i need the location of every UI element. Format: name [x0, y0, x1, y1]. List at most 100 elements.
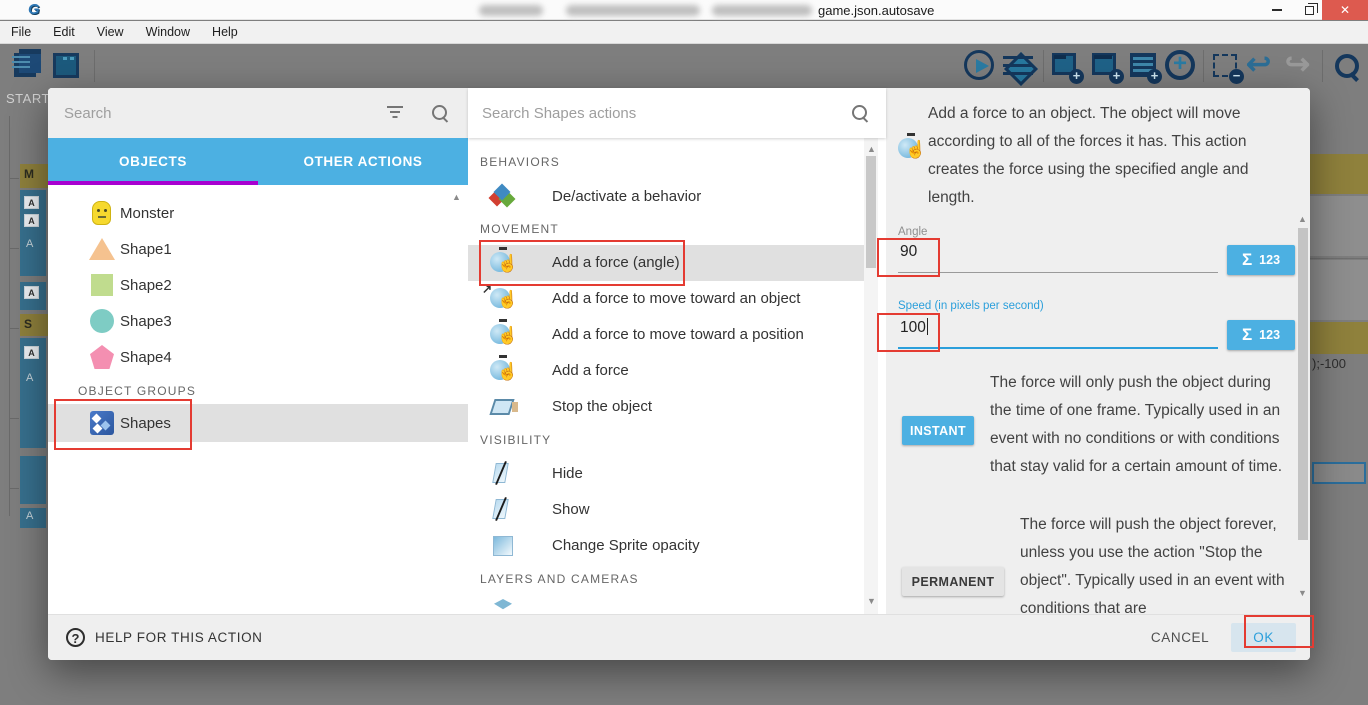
- annotation-shapes-group: [54, 399, 192, 450]
- redacted-title-segment: [712, 5, 812, 16]
- circle-icon: [90, 309, 114, 333]
- scrollbar-thumb[interactable]: [866, 156, 876, 268]
- scroll-down-arrow[interactable]: ▼: [1298, 588, 1307, 598]
- scroll-up-arrow[interactable]: ▲: [1298, 214, 1307, 224]
- menu-file[interactable]: File: [0, 23, 42, 41]
- action-row-show[interactable]: Show: [468, 492, 864, 528]
- search-icon[interactable]: [430, 103, 450, 123]
- permanent-button[interactable]: PERMANENT: [902, 567, 1004, 596]
- speed-expression-button[interactable]: Σ 123: [1227, 320, 1295, 350]
- action-row-hide[interactable]: Hide: [468, 456, 864, 492]
- annotation-speed-value: [877, 313, 940, 352]
- instant-description: The force will only push the object duri…: [990, 369, 1294, 481]
- objects-search-placeholder: Search: [48, 105, 386, 122]
- cancel-button[interactable]: CANCEL: [1151, 630, 1209, 645]
- events-sheet-left-fragment: START M A A A A S A A A: [0, 88, 48, 705]
- object-row-shape2[interactable]: Shape2: [48, 267, 468, 303]
- angle-expression-button[interactable]: Σ 123: [1227, 245, 1295, 275]
- permanent-description: The force will push the object forever, …: [1020, 511, 1300, 623]
- action-row-deactivate-behavior[interactable]: De/activate a behavior: [468, 179, 864, 215]
- stop-object-icon: [490, 394, 516, 420]
- scene-tab-label: START: [6, 91, 48, 106]
- action-editor-dialog: Search OBJECTS OTHER ACTIONS ▲ Monster S…: [48, 88, 1310, 660]
- close-button[interactable]: ✕: [1322, 0, 1368, 20]
- scroll-down-arrow[interactable]: ▼: [867, 596, 876, 606]
- object-row-shape1[interactable]: Shape1: [48, 231, 468, 267]
- annotation-ok-button: [1244, 615, 1314, 648]
- menu-bar: File Edit View Window Help: [0, 21, 1368, 44]
- help-button[interactable]: ? HELP FOR THIS ACTION: [66, 628, 1151, 647]
- title-bar: G game.json.autosave ✕: [0, 0, 1368, 20]
- menu-view[interactable]: View: [86, 23, 135, 41]
- action-description: Add a force to an object. The object wil…: [928, 100, 1296, 212]
- dialog-footer: ? HELP FOR THIS ACTION CANCEL OK: [48, 614, 1310, 660]
- redacted-title-segment: [566, 5, 700, 16]
- undo-icon[interactable]: ↩: [1246, 50, 1278, 82]
- monster-icon: [92, 201, 111, 225]
- debug-icon[interactable]: [1002, 50, 1034, 82]
- parameters-panel: ☝ Add a force to an object. The object w…: [886, 88, 1310, 614]
- delete-selection-icon[interactable]: −: [1210, 50, 1242, 82]
- show-icon: [490, 497, 516, 523]
- project-manager-icon[interactable]: [10, 50, 42, 82]
- menu-edit[interactable]: Edit: [42, 23, 86, 41]
- gdevelop-logo-icon: G: [28, 1, 40, 18]
- objects-panel: Search OBJECTS OTHER ACTIONS ▲ Monster S…: [48, 88, 468, 614]
- add-subevent-icon[interactable]: +: [1090, 50, 1122, 82]
- add-comment-icon[interactable]: +: [1128, 50, 1160, 82]
- event-field-fragment: [1312, 462, 1366, 484]
- hide-icon: [490, 461, 516, 487]
- object-row-shape4[interactable]: Shape4: [48, 339, 468, 375]
- redacted-title-segment: [479, 5, 543, 16]
- square-icon: [91, 274, 113, 296]
- scene-editor-icon[interactable]: [50, 50, 82, 82]
- redo-icon[interactable]: ↪: [1285, 50, 1317, 82]
- action-row-force-toward-position[interactable]: ☝ Add a force to move toward a position: [468, 317, 864, 353]
- filter-icon[interactable]: [386, 106, 404, 120]
- action-row-change-opacity[interactable]: Change Sprite opacity: [468, 528, 864, 564]
- object-row-monster[interactable]: Monster: [48, 195, 468, 231]
- angle-label: Angle: [898, 226, 927, 238]
- scroll-up-arrow[interactable]: ▲: [867, 144, 876, 154]
- opacity-icon: [490, 533, 516, 559]
- events-sheet-right-fragment: );-100: [1310, 88, 1368, 705]
- annotation-angle-value: [877, 238, 940, 277]
- section-visibility: VISIBILITY: [480, 433, 551, 447]
- actions-search-placeholder: Search Shapes actions: [468, 105, 850, 122]
- layer-icon: [490, 599, 516, 614]
- section-layers-cameras: LAYERS AND CAMERAS: [480, 572, 639, 586]
- tab-other-actions[interactable]: OTHER ACTIONS: [258, 138, 468, 185]
- search-icon[interactable]: [850, 103, 870, 123]
- menu-window[interactable]: Window: [135, 23, 201, 41]
- section-movement: MOVEMENT: [480, 222, 559, 236]
- objects-tab-bar: OBJECTS OTHER ACTIONS: [48, 138, 468, 185]
- actions-search-input[interactable]: Search Shapes actions: [468, 88, 886, 138]
- triangle-icon: [89, 238, 115, 260]
- section-behaviors: BEHAVIORS: [480, 155, 560, 169]
- action-row-stop-object[interactable]: Stop the object: [468, 389, 864, 425]
- search-icon[interactable]: [1330, 50, 1362, 82]
- object-row-shape3[interactable]: Shape3: [48, 303, 468, 339]
- help-icon: ?: [66, 628, 85, 647]
- speed-label: Speed (in pixels per second): [898, 300, 1044, 312]
- annotation-add-force-angle: [479, 240, 685, 286]
- action-row-partial[interactable]: [468, 594, 864, 614]
- tab-objects[interactable]: OBJECTS: [48, 138, 258, 185]
- restore-button[interactable]: [1294, 0, 1324, 20]
- toolbar: + + + + − ↩ ↪: [0, 44, 1368, 88]
- action-row-force-toward-object[interactable]: ☝↗ Add a force to move toward an object: [468, 281, 864, 317]
- menu-help[interactable]: Help: [201, 23, 249, 41]
- add-event-icon[interactable]: +: [1050, 50, 1082, 82]
- add-circle-icon[interactable]: +: [1165, 50, 1195, 80]
- instant-button[interactable]: INSTANT: [902, 416, 974, 445]
- event-code-fragment: );-100: [1312, 356, 1346, 371]
- play-icon[interactable]: [964, 50, 994, 80]
- active-tab-indicator: [48, 181, 258, 185]
- scrollbar-thumb[interactable]: [1298, 228, 1308, 540]
- objects-search-input[interactable]: Search: [48, 88, 468, 138]
- minimize-button[interactable]: [1262, 0, 1292, 20]
- window-title: game.json.autosave: [818, 3, 934, 18]
- actions-scrollbar[interactable]: ▲ ▼: [864, 138, 878, 614]
- object-groups-header: OBJECT GROUPS: [78, 384, 196, 398]
- action-row-add-force[interactable]: ☝ Add a force: [468, 353, 864, 389]
